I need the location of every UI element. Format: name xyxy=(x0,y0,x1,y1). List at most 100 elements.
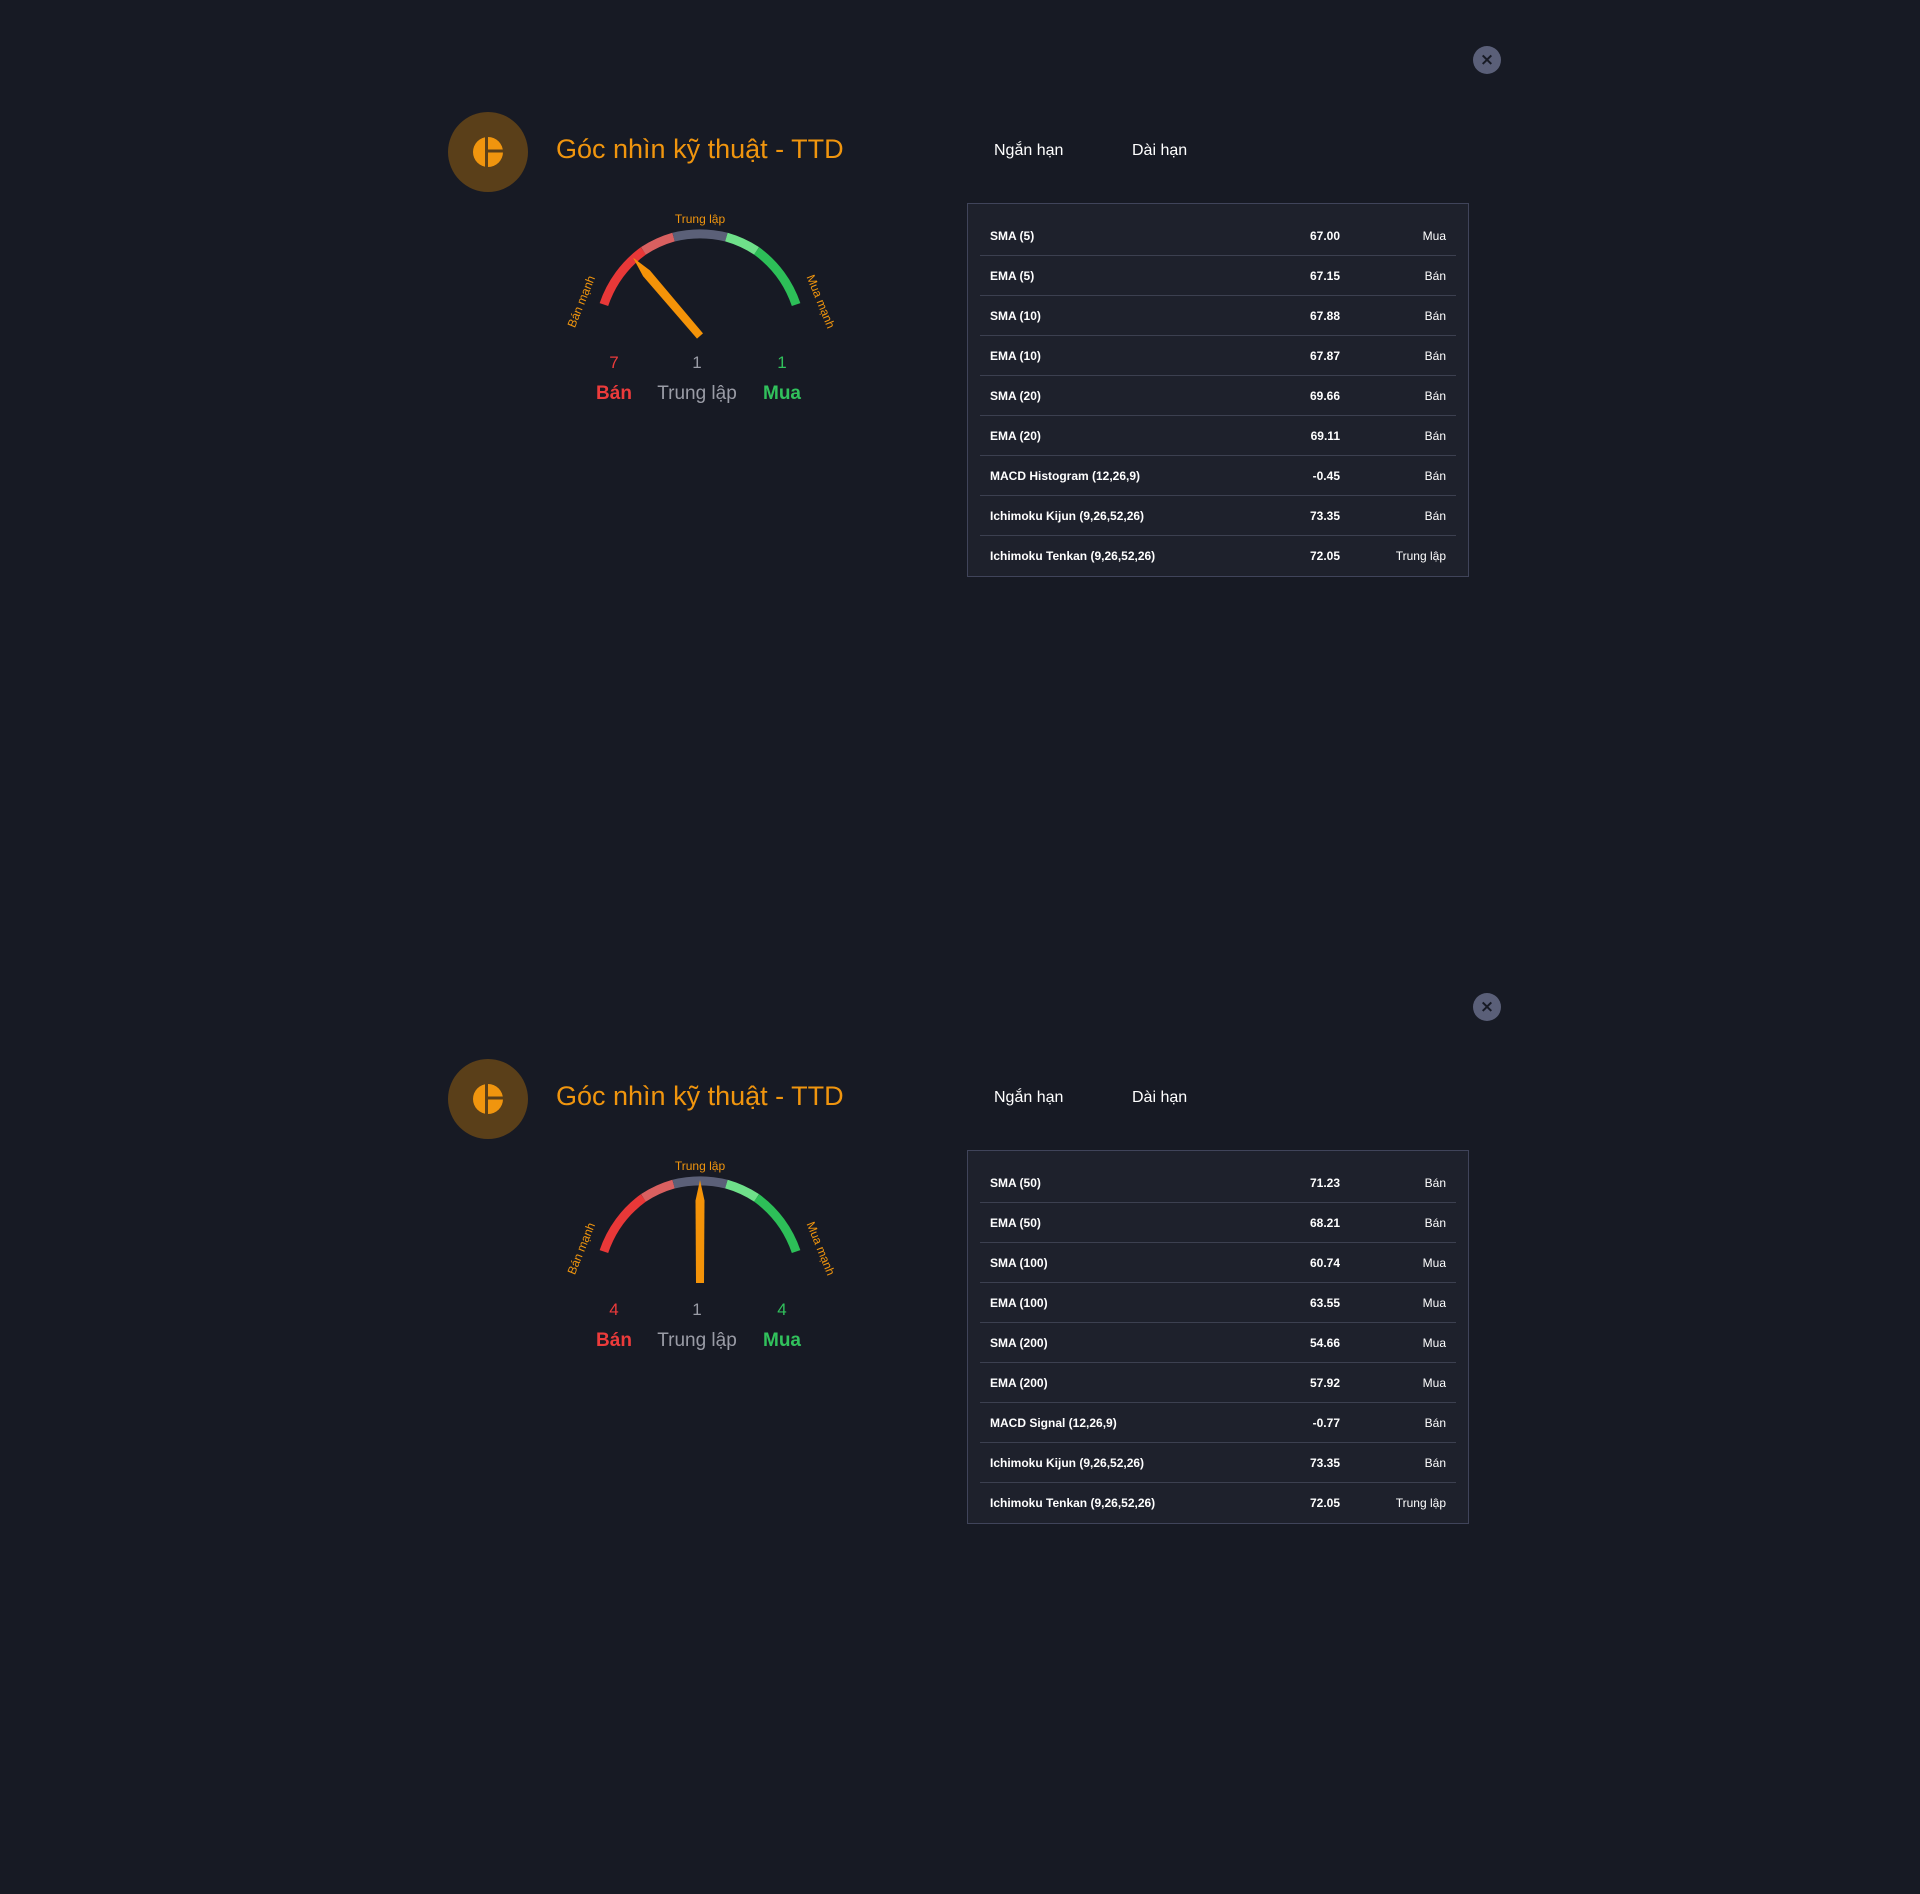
indicator-name: EMA (50) xyxy=(980,1202,1240,1243)
buy-count: 4 xyxy=(777,1300,787,1319)
indicator-signal: Bán xyxy=(1340,455,1456,496)
indicator-signal: Bán xyxy=(1340,1442,1456,1483)
close-button[interactable]: × xyxy=(1473,46,1501,74)
gauge-label-neutral: Trung lập xyxy=(675,1159,726,1173)
table-row: SMA (20) 69.66 Bán xyxy=(980,375,1456,416)
indicator-name: Ichimoku Kijun (9,26,52,26) xyxy=(980,495,1240,536)
indicator-signal: Bán xyxy=(1340,255,1456,296)
technical-view-panel: × Góc nhìn kỹ thuật - TTD Ngắn hạn Dài h… xyxy=(0,947,1920,1894)
indicator-name: SMA (200) xyxy=(980,1322,1240,1363)
table-row: Ichimoku Tenkan (9,26,52,26) 72.05 Trung l… xyxy=(980,1483,1456,1523)
table-row: MACD Histogram (12,26,9) -0.45 Bán xyxy=(980,455,1456,496)
sell-label: Bán xyxy=(596,383,632,404)
gauge-segment-strong-buy xyxy=(753,1194,801,1254)
table-row: EMA (200) 57.92 Mua xyxy=(980,1362,1456,1403)
indicator-value: 68.21 xyxy=(1240,1202,1340,1243)
indicator-name: EMA (20) xyxy=(980,415,1240,456)
indicator-value: 67.88 xyxy=(1240,295,1340,336)
indicator-value: 72.05 xyxy=(1309,1495,1340,1510)
gauge-segment-strong-sell xyxy=(599,247,647,307)
close-icon: × xyxy=(1479,997,1495,1017)
neutral-label: Trung lập xyxy=(657,383,737,404)
close-icon: × xyxy=(1479,50,1495,70)
technical-view-panel: × Góc nhìn kỹ thuật - TTD Ngắn hạn Dài h… xyxy=(0,0,1920,947)
gauge-segment-buy xyxy=(725,232,760,255)
neutral-count: 1 xyxy=(692,353,702,372)
indicator-signal: Bán xyxy=(1340,1202,1456,1243)
indicator-table: SMA (5) 67.00 Mua EMA (5) 67.15 Bán SMA (10)… xyxy=(967,203,1469,577)
indicator-signal: Mua xyxy=(1340,1362,1456,1403)
indicator-value: 69.66 xyxy=(1240,375,1340,416)
indicator-signal: Bán xyxy=(1340,335,1456,376)
indicator-signal: Mua xyxy=(1340,1282,1456,1323)
table-row: EMA (100) 63.55 Mua xyxy=(980,1282,1456,1323)
tab-long-term[interactable]: Dài hạn xyxy=(1132,1089,1187,1107)
buy-count: 1 xyxy=(777,353,787,372)
table-row: Ichimoku Kijun (9,26,52,26) 73.35 Bán xyxy=(980,495,1456,536)
table-row: EMA (50) 68.21 Bán xyxy=(980,1202,1456,1243)
indicator-value: 72.05 xyxy=(1309,548,1340,563)
sell-label: Bán xyxy=(596,1330,632,1351)
indicator-value: 67.00 xyxy=(1240,216,1340,256)
indicator-value: 73.35 xyxy=(1240,495,1340,536)
indicator-value: 69.11 xyxy=(1240,415,1340,456)
page-title: Góc nhìn kỹ thuật - TTD xyxy=(556,1081,844,1111)
table-row: Ichimoku Kijun (9,26,52,26) 73.35 Bán xyxy=(980,1442,1456,1483)
tab-long-term[interactable]: Dài hạn xyxy=(1132,142,1187,160)
buy-label: Mua xyxy=(763,1330,801,1351)
indicator-name: SMA (10) xyxy=(980,295,1240,336)
indicator-value: 63.55 xyxy=(1240,1282,1340,1323)
indicator-signal: Mua xyxy=(1340,216,1456,256)
gauge-label-strong-buy: Mua mạnh xyxy=(804,273,838,331)
indicator-name: SMA (50) xyxy=(980,1163,1240,1203)
indicator-name: MACD Histogram (12,26,9) xyxy=(980,455,1240,496)
table-row: SMA (50) 71.23 Bán xyxy=(980,1163,1456,1203)
indicator-signal: Mua xyxy=(1340,1322,1456,1363)
indicator-name: SMA (100) xyxy=(980,1242,1240,1283)
chart-pie-icon xyxy=(448,1059,528,1139)
indicator-value: 67.15 xyxy=(1240,255,1340,296)
gauge-segment-sell xyxy=(640,232,675,255)
table-row: EMA (20) 69.11 Bán xyxy=(980,415,1456,456)
indicator-name: SMA (20) xyxy=(980,375,1240,416)
gauge-segment-neutral xyxy=(672,229,728,242)
sentiment-gauge: Trung lập Bán mạnh Mua mạnh xyxy=(565,212,838,339)
table-row: SMA (100) 60.74 Mua xyxy=(980,1242,1456,1283)
indicator-signal: Bán xyxy=(1340,295,1456,336)
gauge-label-strong-buy: Mua mạnh xyxy=(804,1220,838,1278)
gauge-needle xyxy=(633,257,703,339)
chart-pie-icon xyxy=(448,112,528,192)
gauge-label-neutral: Trung lập xyxy=(675,212,726,226)
indicator-signal: Bán xyxy=(1340,1402,1456,1443)
sentiment-gauge: Trung lập Bán mạnh Mua mạnh xyxy=(565,1159,838,1283)
close-button[interactable]: × xyxy=(1473,993,1501,1021)
tab-short-term[interactable]: Ngắn hạn xyxy=(994,1089,1063,1107)
indicator-signal: Bán xyxy=(1340,495,1456,536)
gauge-label-strong-sell: Bán mạnh xyxy=(565,274,598,330)
table-row: EMA (10) 67.87 Bán xyxy=(980,335,1456,376)
gauge-segment-buy xyxy=(725,1179,760,1202)
gauge-needle xyxy=(695,1180,705,1283)
indicator-name: Ichimoku Tenkan (9,26,52,26) xyxy=(990,1495,1156,1510)
indicator-signal: Mua xyxy=(1340,1242,1456,1283)
neutral-label: Trung lập xyxy=(657,1330,737,1351)
indicator-signal: Bán xyxy=(1340,375,1456,416)
indicator-signal: Trung lập xyxy=(1395,548,1446,563)
indicator-value: 73.35 xyxy=(1240,1442,1340,1483)
tab-short-term[interactable]: Ngắn hạn xyxy=(994,142,1063,160)
indicator-name: MACD Signal (12,26,9) xyxy=(980,1402,1240,1443)
indicator-table: SMA (50) 71.23 Bán EMA (50) 68.21 Bán SMA (1… xyxy=(967,1150,1469,1524)
indicator-name: Ichimoku Tenkan (9,26,52,26) xyxy=(990,548,1156,563)
indicator-signal: Trung lập xyxy=(1395,1495,1446,1510)
table-row: EMA (5) 67.15 Bán xyxy=(980,255,1456,296)
indicator-name: SMA (5) xyxy=(980,216,1240,256)
indicator-value: 71.23 xyxy=(1240,1163,1340,1203)
gauge-label-strong-sell: Bán mạnh xyxy=(565,1221,598,1277)
table-row: Ichimoku Tenkan (9,26,52,26) 72.05 Trung l… xyxy=(980,536,1456,576)
table-row: SMA (5) 67.00 Mua xyxy=(980,216,1456,256)
indicator-name: EMA (100) xyxy=(980,1282,1240,1323)
page-title: Góc nhìn kỹ thuật - TTD xyxy=(556,134,844,164)
indicator-name: EMA (5) xyxy=(980,255,1240,296)
gauge-segment-sell xyxy=(640,1179,675,1202)
indicator-name: EMA (10) xyxy=(980,335,1240,376)
